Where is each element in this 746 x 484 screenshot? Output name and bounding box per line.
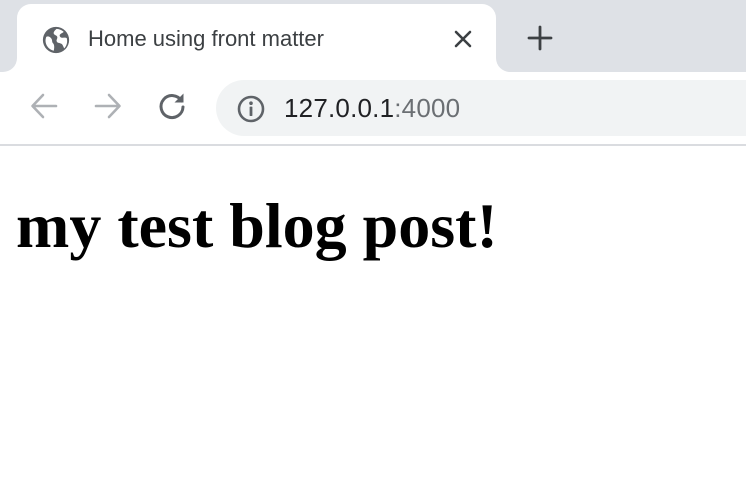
tab-title: Home using front matter bbox=[88, 26, 324, 51]
forward-button[interactable] bbox=[90, 90, 126, 126]
arrow-left-icon bbox=[29, 91, 59, 126]
arrow-right-icon bbox=[93, 91, 123, 126]
plus-icon bbox=[527, 25, 553, 56]
page-heading: my test blog post! bbox=[16, 190, 498, 261]
info-icon[interactable] bbox=[236, 94, 266, 124]
url-port: :4000 bbox=[394, 93, 461, 123]
url-host: 127.0.0.1 bbox=[284, 93, 395, 123]
globe-icon bbox=[41, 25, 71, 55]
url-text[interactable]: 127.0.0.1:4000 bbox=[284, 92, 460, 124]
back-button[interactable] bbox=[26, 90, 62, 126]
reload-button[interactable] bbox=[154, 90, 190, 126]
tab-strip: Home using front matter bbox=[0, 0, 746, 72]
address-bar[interactable]: 127.0.0.1:4000 bbox=[216, 80, 746, 136]
new-tab-button[interactable] bbox=[522, 22, 558, 58]
reload-icon bbox=[156, 90, 188, 127]
page-content: my test blog post! bbox=[0, 146, 746, 484]
browser-toolbar: 127.0.0.1:4000 bbox=[0, 72, 746, 144]
active-tab[interactable]: Home using front matter bbox=[17, 4, 496, 72]
browser-window: Home using front matter 127.0.0.1:4000 m… bbox=[0, 0, 746, 484]
close-icon[interactable] bbox=[449, 25, 477, 53]
